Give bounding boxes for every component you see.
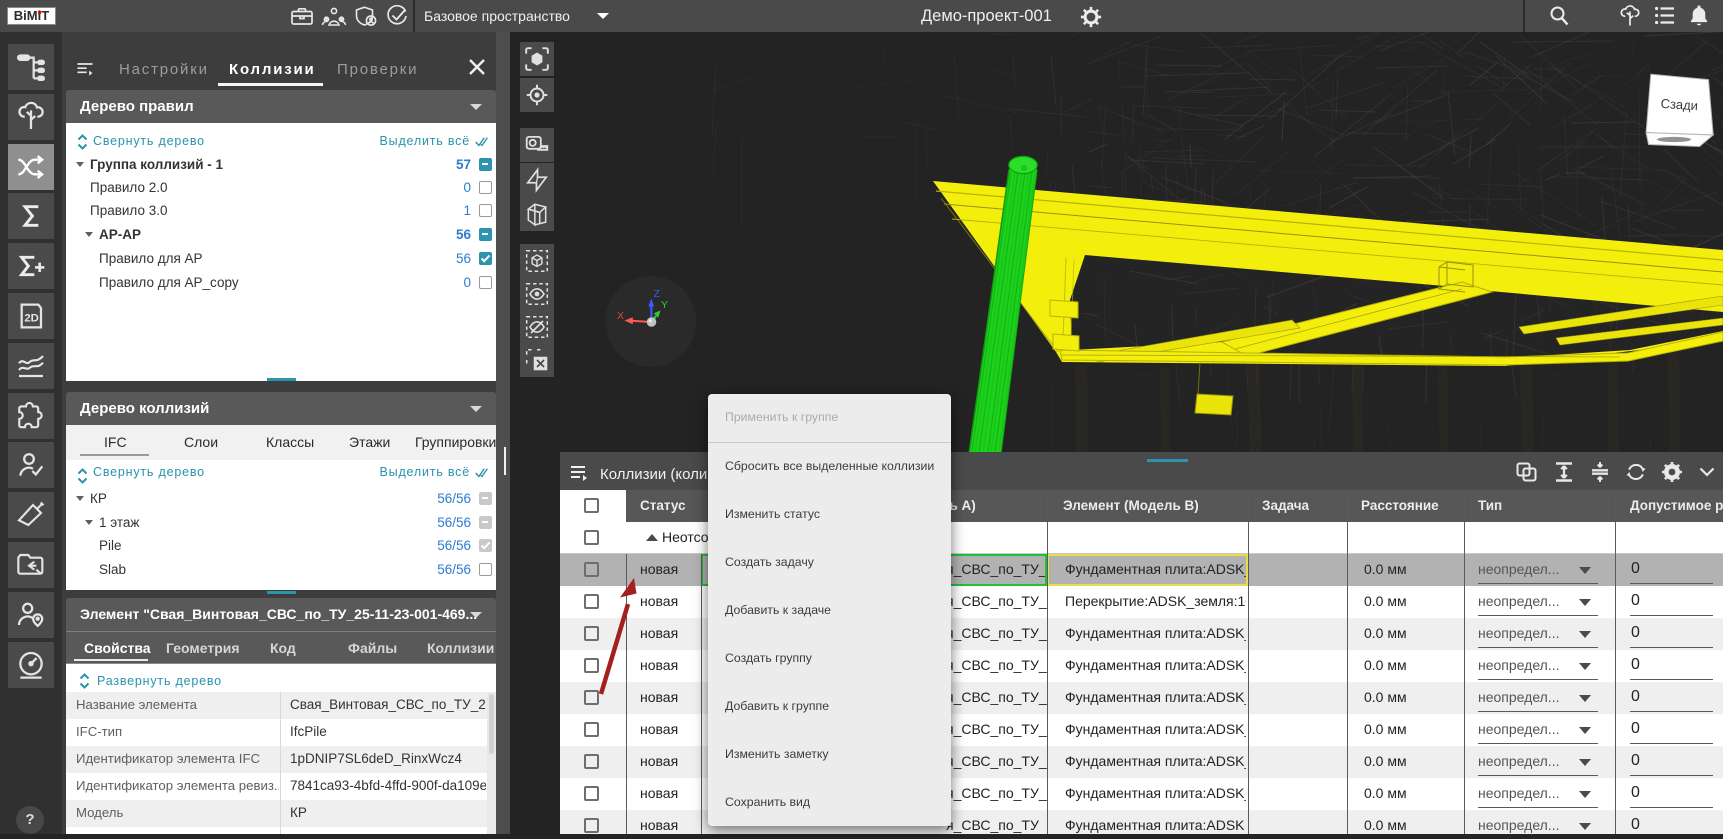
svg-text:Y: Y xyxy=(661,299,668,311)
svg-text:2D: 2D xyxy=(24,312,38,324)
svg-text:Z: Z xyxy=(654,288,661,300)
svg-text:X: X xyxy=(617,310,624,322)
svg-text:Сзади: Сзади xyxy=(1660,96,1698,114)
